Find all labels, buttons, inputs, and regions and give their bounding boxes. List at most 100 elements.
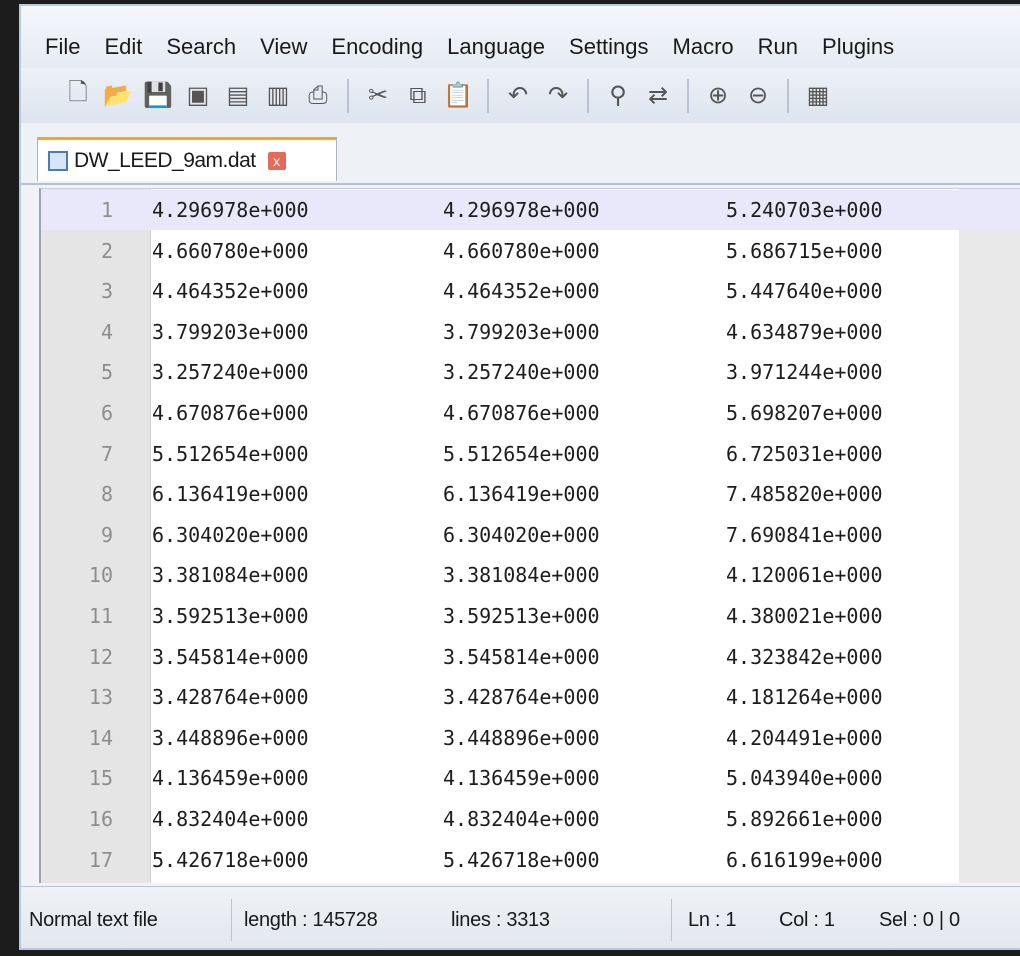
editor-line[interactable]: 17 5.426718e+000 5.426718e+000 6.616199e+00…	[41, 840, 1020, 880]
menu-language[interactable]: Language	[447, 34, 545, 60]
editor-line[interactable]: 11 3.592513e+000 3.592513e+000 4.380021e+00…	[41, 596, 1020, 636]
line-number: 7	[100, 441, 113, 466]
editor-line[interactable]: 1 4.296978e+000 4.296978e+000 5.240703e+000	[41, 190, 1020, 230]
value-col-1: 3.381084e+000	[152, 563, 309, 588]
value-col-3: 6.725031e+000	[726, 441, 883, 466]
value-col-1: 6.136419e+000	[152, 482, 309, 507]
value-col-1: 3.257240e+000	[152, 360, 309, 385]
editor-line[interactable]: 13 3.428764e+000 3.428764e+000 4.181264e+00…	[41, 677, 1020, 717]
redo-icon[interactable]: ↷	[541, 79, 575, 113]
status-col: Col : 1	[779, 909, 835, 931]
value-col-3: 4.634879e+000	[726, 319, 883, 344]
editor-line[interactable]: 10 3.381084e+000 3.381084e+000 4.120061e+00…	[41, 555, 1020, 595]
menu-plugins[interactable]: Plugins	[822, 34, 894, 60]
find-icon[interactable]: ⚲	[601, 79, 635, 113]
editor-line[interactable]: 6 4.670876e+000 4.670876e+000 5.698207e+000	[41, 393, 1020, 433]
line-number: 6	[100, 401, 113, 425]
status-lines: lines : 3313	[451, 909, 550, 931]
value-col-2: 5.426718e+000	[443, 847, 600, 872]
line-number: 3	[100, 279, 113, 304]
value-col-1: 3.592513e+000	[152, 604, 309, 628]
status-length: length : 145728	[244, 909, 378, 931]
value-col-2: 6.136419e+000	[443, 482, 600, 507]
value-col-1: 4.464352e+000	[152, 279, 309, 304]
value-col-2: 4.670876e+000	[443, 401, 600, 425]
menu-run[interactable]: Run	[758, 34, 798, 60]
text-editor[interactable]: 1 4.296978e+000 4.296978e+000 5.240703e+000…	[39, 188, 1020, 883]
close-all-icon[interactable]: ▥	[261, 79, 295, 113]
editor-line[interactable]: 4 3.799203e+000 3.799203e+000 4.634879e+000	[41, 312, 1020, 352]
value-col-2: 4.464352e+000	[443, 279, 600, 304]
menu-file[interactable]: File	[45, 34, 80, 60]
value-col-2: 5.512654e+000	[443, 441, 600, 466]
undo-icon[interactable]: ↶	[501, 79, 535, 113]
editor-line[interactable]: 9 6.304020e+000 6.304020e+000 7.690841e+000	[41, 515, 1020, 555]
close-icon[interactable]: ▤	[221, 79, 255, 113]
cut-icon[interactable]: ✂	[361, 79, 395, 113]
zoom-in-icon[interactable]: ⊕	[701, 79, 735, 113]
editor-line[interactable]: 12 3.545814e+000 3.545814e+000 4.323842e+00…	[41, 637, 1020, 677]
value-col-3: 5.698207e+000	[726, 401, 883, 425]
tab-label: DW_LEED_9am.dat	[74, 148, 256, 172]
editor-line[interactable]: 16 4.832404e+000 4.832404e+000 5.892661e+00…	[41, 799, 1020, 839]
replace-icon[interactable]: ⇄	[641, 79, 675, 113]
value-col-2: 3.799203e+000	[443, 319, 600, 344]
line-number: 2	[100, 238, 113, 263]
value-col-3: 4.120061e+000	[726, 563, 883, 588]
line-number: 15	[88, 766, 113, 791]
menu-settings[interactable]: Settings	[569, 34, 649, 60]
editor-line[interactable]: 8 6.136419e+000 6.136419e+000 7.485820e+000	[41, 474, 1020, 514]
value-col-2: 6.304020e+000	[443, 522, 600, 547]
menu-macro[interactable]: Macro	[673, 34, 734, 60]
value-col-3: 4.380021e+000	[726, 604, 883, 628]
editor-line[interactable]: 5 3.257240e+000 3.257240e+000 3.971244e+000	[41, 352, 1020, 392]
line-number: 13	[88, 685, 113, 710]
menu-view[interactable]: View	[260, 34, 307, 60]
status-sel: Sel : 0 | 0	[879, 909, 960, 931]
toolbar-separator	[587, 78, 589, 113]
paste-icon[interactable]: 📋	[441, 79, 475, 113]
close-tab-icon[interactable]: x	[267, 151, 286, 170]
line-number: 14	[88, 725, 113, 750]
new-file-icon[interactable]: 🗋	[61, 79, 95, 113]
value-col-3: 5.892661e+000	[726, 807, 883, 831]
value-col-2: 4.832404e+000	[443, 807, 600, 831]
save-all-icon[interactable]: ▣	[181, 79, 215, 113]
value-col-3: 3.971244e+000	[726, 360, 883, 385]
menu-encoding[interactable]: Encoding	[331, 34, 423, 60]
print-icon[interactable]: ⎙	[301, 79, 335, 113]
value-col-2: 4.296978e+000	[443, 198, 600, 222]
toolbar-separator	[347, 78, 349, 113]
editor-line[interactable]: 3 4.464352e+000 4.464352e+000 5.447640e+000	[41, 271, 1020, 311]
line-number: 5	[100, 360, 113, 385]
menu-list: File Edit Search View Encoding Language Settin…	[45, 34, 918, 60]
editor-line[interactable]: 7 5.512654e+000 5.512654e+000 6.725031e+000	[41, 434, 1020, 474]
line-number: 17	[88, 847, 113, 872]
file-tab[interactable]: DW_LEED_9am.dat x	[37, 137, 337, 181]
copy-icon[interactable]: ⧉	[401, 79, 435, 113]
editor-line[interactable]: 2 4.660780e+000 4.660780e+000 5.686715e+000	[41, 231, 1020, 271]
line-number: 12	[88, 644, 113, 669]
line-number: 1	[100, 198, 113, 222]
value-col-3: 5.240703e+000	[726, 198, 883, 222]
status-file-type: Normal text file	[29, 909, 158, 931]
save-icon[interactable]: 💾	[141, 79, 175, 113]
editor-line[interactable]: 14 3.448896e+000 3.448896e+000 4.204491e+00…	[41, 718, 1020, 758]
value-col-1: 4.670876e+000	[152, 401, 309, 425]
open-file-icon[interactable]: 📂	[101, 79, 135, 113]
toolbar-separator	[487, 78, 489, 113]
value-col-3: 5.686715e+000	[726, 238, 883, 263]
value-col-2: 4.660780e+000	[443, 238, 600, 263]
value-col-2: 3.545814e+000	[443, 644, 600, 669]
sync-icon[interactable]: ▦	[801, 79, 835, 113]
value-col-2: 3.592513e+000	[443, 604, 600, 628]
toolbar-separator	[787, 78, 789, 113]
zoom-out-icon[interactable]: ⊖	[741, 79, 775, 113]
editor-line[interactable]: 15 4.136459e+000 4.136459e+000 5.043940e+00…	[41, 758, 1020, 798]
menu-edit[interactable]: Edit	[104, 34, 142, 60]
line-number: 9	[100, 522, 113, 547]
line-number: 16	[88, 807, 113, 831]
menu-search[interactable]: Search	[166, 34, 236, 60]
value-col-1: 3.448896e+000	[152, 725, 309, 750]
value-col-3: 7.485820e+000	[726, 482, 883, 507]
